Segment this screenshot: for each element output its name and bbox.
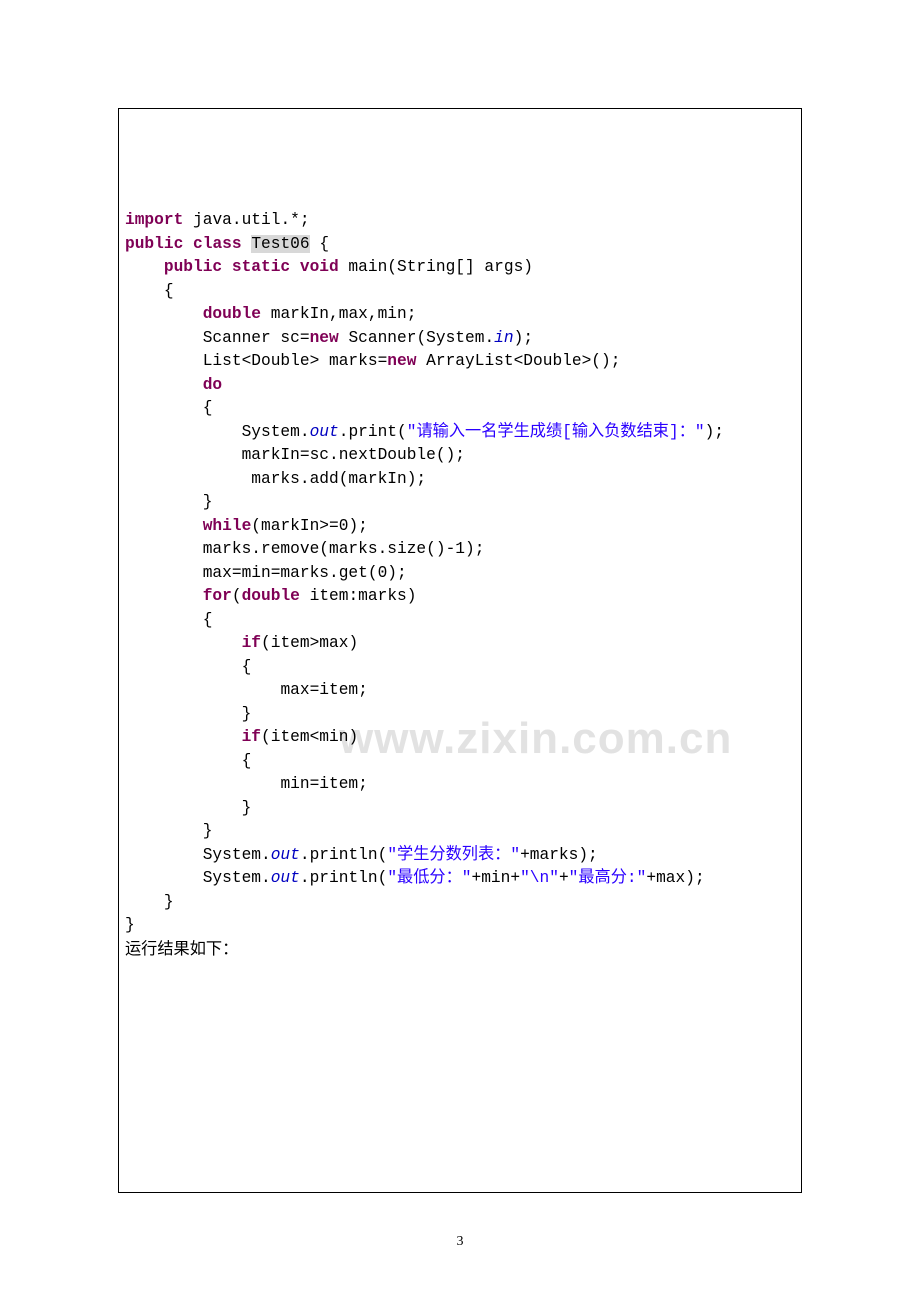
kw-public: public: [125, 235, 183, 253]
txt: (item>max): [261, 634, 358, 652]
str-min: "最低分：": [387, 869, 471, 887]
kw-mods: public static void: [164, 258, 339, 276]
txt: ArrayList<Double>();: [416, 352, 620, 370]
txt: Scanner sc=: [203, 329, 310, 347]
kw-while: while: [203, 517, 252, 535]
txt: (: [232, 587, 242, 605]
txt: {: [310, 235, 329, 253]
txt: .print(: [339, 423, 407, 441]
txt: (item<min): [261, 728, 358, 746]
str-prompt: "请输入一名学生成绩[输入负数结束]：": [407, 423, 705, 441]
txt: min=item;: [280, 775, 367, 793]
page-number: 3: [0, 1234, 920, 1250]
txt: Scanner(System.: [339, 329, 494, 347]
txt: System.: [242, 423, 310, 441]
class-name: Test06: [251, 235, 309, 253]
code-container: www.zixin.com.cn import java.util.*; pub…: [118, 108, 802, 1193]
txt: );: [514, 329, 533, 347]
kw-if: if: [242, 634, 261, 652]
txt: System.: [203, 869, 271, 887]
txt: max=item;: [280, 681, 367, 699]
fld-out: out: [271, 869, 300, 887]
txt: marks.remove(marks.size()-1);: [203, 540, 485, 558]
str-nl: "\n": [520, 869, 559, 887]
txt: .println(: [300, 846, 387, 864]
fld-out: out: [271, 846, 300, 864]
str-max: "最高分:": [569, 869, 647, 887]
kw-if: if: [242, 728, 261, 746]
txt: (markIn>=0);: [251, 517, 368, 535]
txt: markIn=sc.nextDouble();: [242, 446, 465, 464]
kw-for: for: [203, 587, 232, 605]
kw-double: double: [242, 587, 300, 605]
txt: List<Double> marks=: [203, 352, 388, 370]
txt: +marks);: [520, 846, 598, 864]
txt: System.: [203, 846, 271, 864]
fld-in: in: [494, 329, 513, 347]
txt: .println(: [300, 869, 387, 887]
footer-label: 运行结果如下：: [125, 940, 238, 958]
str-list: "学生分数列表：": [387, 846, 520, 864]
txt: );: [705, 423, 724, 441]
kw-new: new: [387, 352, 416, 370]
fld-out: out: [310, 423, 339, 441]
txt: max=min=marks.get(0);: [203, 564, 407, 582]
txt: +: [559, 869, 569, 887]
txt: main(String[] args): [339, 258, 533, 276]
txt: +min+: [472, 869, 521, 887]
txt: +max);: [646, 869, 704, 887]
kw-do: do: [203, 376, 222, 394]
kw-double: double: [203, 305, 261, 323]
kw-import: import: [125, 211, 183, 229]
code-block: import java.util.*; public class Test06 …: [125, 186, 795, 963]
txt: marks.add(markIn);: [242, 470, 427, 488]
kw-class: class: [193, 235, 242, 253]
txt: markIn,max,min;: [261, 305, 416, 323]
txt: item:marks): [300, 587, 417, 605]
kw-new: new: [310, 329, 339, 347]
txt: java.util.*;: [183, 211, 309, 229]
